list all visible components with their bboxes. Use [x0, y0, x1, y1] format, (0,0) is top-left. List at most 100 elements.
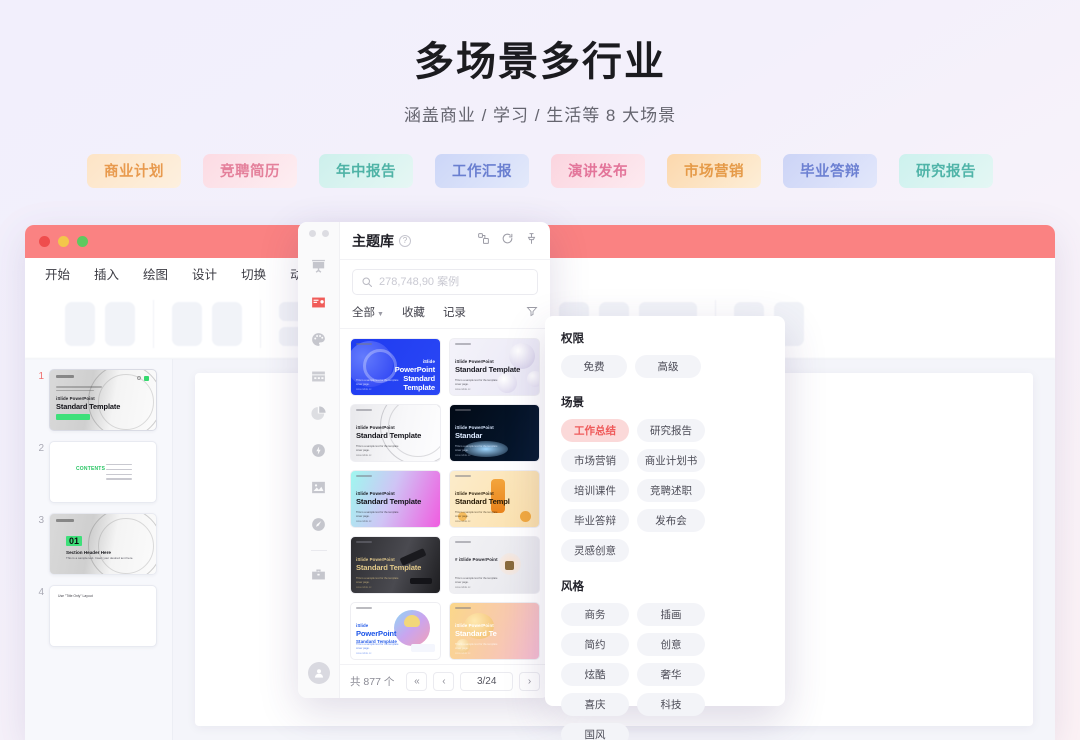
briefcase-icon[interactable] — [305, 560, 333, 588]
filter-chip[interactable]: 商务 — [561, 603, 629, 626]
slide-thumbnail[interactable]: CONTENTS — [49, 441, 157, 503]
template-card[interactable]: iSlide PowerPoint Standard Te This is a sa… — [449, 602, 540, 660]
brush-icon[interactable] — [305, 510, 333, 538]
search-input[interactable] — [379, 276, 529, 288]
filter-section-label: 风格 — [561, 581, 584, 593]
theme-panel-header: 主题库 ? — [340, 222, 550, 260]
lightning-icon[interactable] — [305, 436, 333, 464]
slide-thumbnail[interactable]: 01 Section Header Here This is a sample te… — [49, 513, 157, 575]
template-card[interactable]: iSlide PowerPoint Standard Template This is… — [350, 602, 441, 660]
slide-thumbnail-item[interactable]: 3 01 Section Header Here This is a sample t… — [25, 513, 172, 585]
template-card[interactable]: iSlide PowerPoint Standard Template This i… — [350, 536, 441, 594]
scenario-tag[interactable]: 研究报告 — [899, 153, 993, 188]
slide-thumbnail-rail[interactable]: 1 iSlide PowerPoint Standard Template 2 CONT… — [25, 359, 173, 740]
search-box[interactable] — [352, 269, 538, 295]
template-card[interactable]: iSlide PowerPoint Standar This is a sample… — [449, 404, 540, 462]
card-footer-text: www.islide.cc — [356, 586, 372, 589]
filter-chip[interactable]: 插画 — [637, 603, 705, 626]
help-icon[interactable]: ? — [399, 234, 411, 247]
ribbon-menu-item[interactable]: 开始 — [45, 264, 70, 283]
filter-chip[interactable]: 商业计划书 — [637, 449, 705, 472]
slide-thumbnail[interactable]: iSlide PowerPoint Standard Template — [49, 369, 157, 431]
scenario-tag[interactable]: 工作汇报 — [435, 153, 529, 188]
slide-thumbnail[interactable]: Use "Title Only" Layout — [49, 585, 157, 647]
panel-close-dot[interactable] — [308, 230, 316, 237]
filter-popup: 权限 免费 高级 场景 工作总结 研究报告 市场营销 商业计划书 培训课件 竞聘述职 毕业答辩 发布会… — [545, 316, 785, 740]
pin-icon[interactable] — [525, 232, 538, 250]
image-icon[interactable] — [305, 473, 333, 501]
ribbon-menu-item[interactable]: 切换 — [241, 264, 266, 283]
scenario-tag[interactable]: 商业计划 — [87, 153, 181, 188]
card-title-small: iSlide PowerPoint — [356, 557, 395, 562]
next-page-button[interactable]: › — [519, 672, 540, 691]
card-logo — [356, 541, 372, 544]
panel-minimize-dot[interactable] — [321, 230, 329, 237]
filter-chip[interactable]: 免费 — [561, 355, 627, 378]
filter-chip[interactable]: 科技 — [637, 693, 705, 716]
filter-chip[interactable]: 喜庆 — [561, 693, 629, 716]
template-card-grid[interactable]: iSlide PowerPoint Standard Template This i… — [340, 329, 550, 664]
refresh-icon[interactable] — [501, 232, 514, 250]
card-logo — [455, 409, 471, 412]
card-subtext: This is a sample text for the template c… — [356, 379, 399, 386]
template-card[interactable]: iSlide PowerPoint Standard Template This i… — [449, 338, 540, 396]
theme-tab[interactable]: 全部 ▼ — [352, 304, 384, 320]
table-icon[interactable] — [305, 362, 333, 390]
scenario-tag[interactable]: 竞聘简历 — [203, 153, 297, 188]
presentation-icon[interactable] — [305, 251, 333, 279]
palette-icon[interactable] — [305, 325, 333, 353]
first-page-button[interactable]: « — [406, 672, 428, 691]
card-subtext: This is a sample text for the template c… — [455, 643, 498, 650]
theme-tab[interactable]: 收藏 — [402, 304, 425, 320]
filter-icon[interactable] — [526, 305, 538, 320]
theme-tab[interactable]: 记录 — [443, 304, 466, 320]
maximize-button[interactable] — [77, 236, 88, 247]
filter-chip[interactable]: 市场营销 — [561, 449, 629, 472]
filter-chip[interactable]: 创意 — [637, 633, 705, 656]
template-card[interactable]: iSlide PowerPoint Standard Template This i… — [350, 338, 441, 396]
prev-page-button[interactable]: ‹ — [433, 672, 455, 691]
template-card[interactable]: # iSlide PowerPoint This is a sample text… — [449, 536, 540, 594]
minimize-button[interactable] — [58, 236, 69, 247]
card-footer-text: www.islide.cc — [455, 652, 471, 655]
close-button[interactable] — [39, 236, 50, 247]
ribbon-menu-item[interactable]: 绘图 — [143, 264, 168, 283]
panel-window-dots — [308, 230, 329, 237]
card-title-large: Standard Template — [455, 365, 521, 374]
ribbon-menu-item[interactable]: 插入 — [94, 264, 119, 283]
filter-chip[interactable]: 奢华 — [637, 663, 705, 686]
chart-icon[interactable] — [305, 399, 333, 427]
filter-chip[interactable]: 炫酷 — [561, 663, 629, 686]
template-card[interactable]: iSlide PowerPoint Standard Template This i… — [350, 404, 441, 462]
slide-note: Use "Title Only" Layout — [58, 594, 93, 598]
ribbon-menu-item[interactable]: 设计 — [192, 264, 217, 283]
filter-chip[interactable]: 竞聘述职 — [637, 479, 705, 502]
filter-chip[interactable]: 工作总结 — [561, 419, 629, 442]
filter-chip[interactable]: 高级 — [635, 355, 701, 378]
scenario-tag[interactable]: 年中报告 — [319, 153, 413, 188]
filter-chip[interactable]: 国风 — [561, 723, 629, 740]
scenario-tag[interactable]: 毕业答辩 — [783, 153, 877, 188]
hero-section: 多场景多行业 涵盖商业 / 学习 / 生活等 8 大场景 — [0, 0, 1080, 126]
filter-chip[interactable]: 发布会 — [637, 509, 705, 532]
template-card[interactable]: iSlide PowerPoint Standard Templ This is a… — [449, 470, 540, 528]
slide-thumbnail-item[interactable]: 1 iSlide PowerPoint Standard Template — [25, 369, 172, 441]
theme-library-icon[interactable] — [305, 288, 333, 316]
scenario-tag[interactable]: 市场营销 — [667, 153, 761, 188]
avatar[interactable] — [307, 662, 330, 684]
slide-thumbnail-item[interactable]: 4 Use "Title Only" Layout — [25, 585, 172, 657]
filter-chip[interactable]: 培训课件 — [561, 479, 629, 502]
page-indicator[interactable]: 3/24 — [460, 672, 513, 691]
filter-chip[interactable]: 灵感创意 — [561, 539, 629, 562]
card-subtext: This is a sample text for the template c… — [455, 511, 498, 518]
filter-chip[interactable]: 毕业答辩 — [561, 509, 629, 532]
slide-thumbnail-item[interactable]: 2 CONTENTS — [25, 441, 172, 513]
card-title-large: PowerPoint — [356, 629, 397, 638]
filter-chip[interactable]: 简约 — [561, 633, 629, 656]
filter-section-label: 场景 — [561, 397, 584, 409]
result-count: 共 877 个 — [350, 676, 395, 688]
filter-chip[interactable]: 研究报告 — [637, 419, 705, 442]
scenario-tag[interactable]: 演讲发布 — [551, 153, 645, 188]
template-card[interactable]: iSlide PowerPoint Standard Template This i… — [350, 470, 441, 528]
layout-icon[interactable] — [477, 232, 490, 250]
